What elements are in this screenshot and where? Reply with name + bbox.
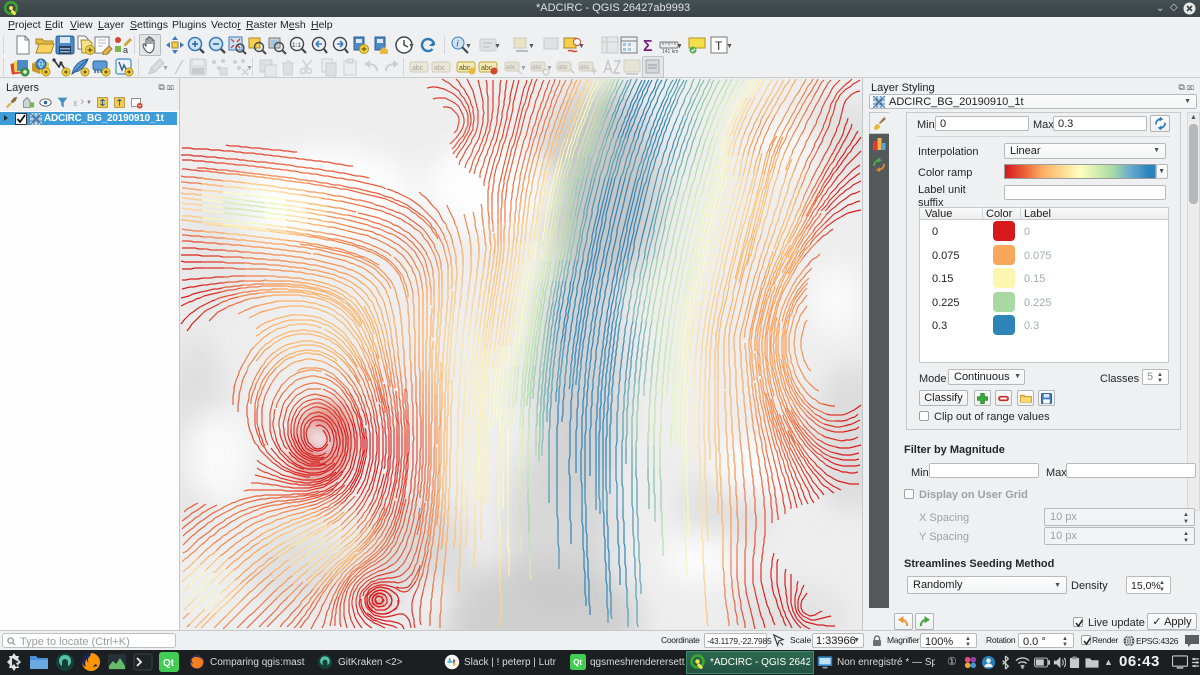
svg-text:T: T — [715, 39, 723, 53]
svg-text:a: a — [123, 45, 128, 55]
svg-text:Qt: Qt — [573, 658, 582, 667]
svg-text:abc: abc — [412, 65, 424, 72]
svg-text:abc: abc — [506, 65, 516, 71]
svg-text:abc: abc — [434, 65, 446, 72]
svg-text:ε: ε — [74, 98, 78, 108]
svg-text:Qt: Qt — [163, 658, 175, 669]
svg-text:1:1: 1:1 — [292, 42, 301, 49]
svg-text:Σ: Σ — [643, 38, 653, 55]
svg-text:abc: abc — [558, 65, 568, 71]
svg-text:abc: abc — [532, 65, 542, 71]
svg-text:abc: abc — [580, 65, 590, 71]
